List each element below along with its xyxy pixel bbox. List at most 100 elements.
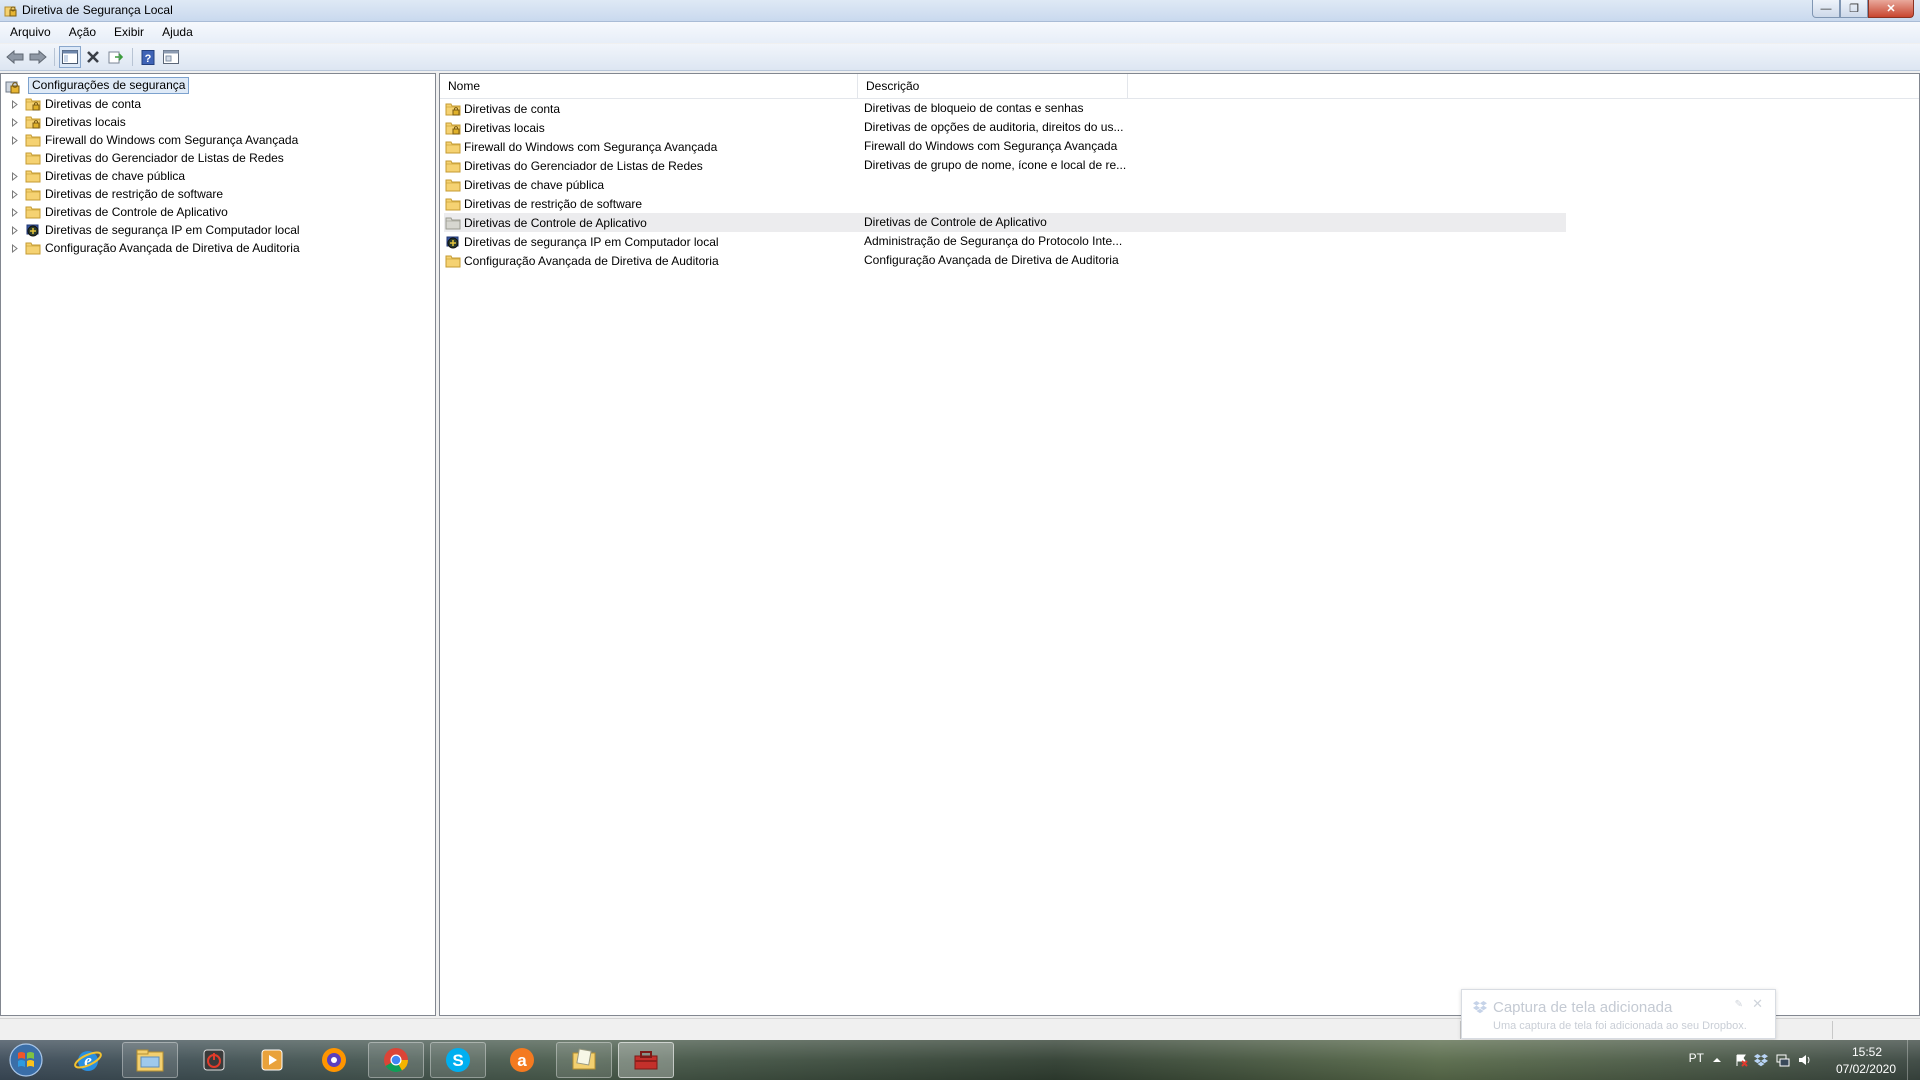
toolbox-icon	[634, 1051, 658, 1070]
maximize-button[interactable]: ❐	[1840, 0, 1868, 18]
minimize-button[interactable]: —	[1812, 0, 1840, 18]
expand-arrow-icon[interactable]	[9, 170, 21, 182]
window-controls: — ❐ ✕	[1812, 0, 1914, 18]
show-hidden-icons-icon[interactable]	[1710, 1053, 1724, 1067]
export-list-button[interactable]	[105, 46, 127, 68]
taskbar-skype[interactable]: S	[430, 1042, 486, 1078]
list-item-description: Firewall do Windows com Segurança Avança…	[864, 139, 1118, 153]
expand-arrow-icon[interactable]	[9, 224, 21, 236]
folder-icon	[25, 242, 41, 255]
tree-item[interactable]: Diretivas de Controle de Aplicativo	[9, 203, 228, 221]
back-button[interactable]	[4, 46, 26, 68]
notification-close-icon[interactable]: ✕	[1752, 996, 1763, 1012]
taskbar-shutdown-timer[interactable]	[186, 1042, 242, 1078]
tree-item[interactable]: Diretivas de segurança IP em Computador …	[9, 221, 300, 239]
tree-item[interactable]: Diretivas de conta	[9, 95, 141, 113]
expand-arrow-icon[interactable]	[9, 242, 21, 254]
list-item[interactable]: Diretivas de restrição de software	[444, 194, 1566, 213]
folder-lock-icon	[25, 98, 41, 111]
list-item-description: Diretivas de opções de auditoria, direit…	[864, 120, 1124, 134]
security-settings-icon	[5, 81, 20, 93]
svg-text:?: ?	[145, 53, 152, 65]
taskbar-chrome[interactable]	[368, 1042, 424, 1078]
delete-button[interactable]	[82, 46, 104, 68]
tree-item[interactable]: Diretivas do Gerenciador de Listas de Re…	[9, 149, 284, 167]
properties-pane-button[interactable]	[160, 46, 182, 68]
list-item-name: Configuração Avançada de Diretiva de Aud…	[464, 253, 719, 268]
dropbox-tray-icon[interactable]	[1754, 1053, 1768, 1067]
taskbar-firefox[interactable]	[306, 1042, 362, 1078]
list-item[interactable]: Diretivas de segurança IP em Computador …	[444, 232, 1566, 251]
taskbar-toolbox[interactable]	[618, 1042, 674, 1078]
tree-root-security-settings[interactable]: Configurações de segurança	[5, 77, 190, 94]
close-button[interactable]: ✕	[1868, 0, 1914, 18]
action-center-flag-icon[interactable]	[1734, 1053, 1748, 1067]
menu-arquivo[interactable]: Arquivo	[0, 22, 60, 43]
taskbar-media-player[interactable]	[244, 1042, 300, 1078]
start-button[interactable]	[6, 1042, 46, 1078]
list-item-name-cell: Configuração Avançada de Diretiva de Aud…	[444, 251, 719, 270]
list-item[interactable]: Diretivas locais Diretivas de opções de a…	[444, 118, 1566, 137]
expand-arrow-icon[interactable]	[9, 188, 21, 200]
details-list-pane[interactable]: Nome Descrição Diretivas de conta Diretiv…	[439, 73, 1920, 1016]
tree-item[interactable]: Firewall do Windows com Segurança Avança…	[9, 131, 298, 149]
list-item-description: Diretivas de bloqueio de contas e senhas	[864, 101, 1084, 115]
taskbar-avast[interactable]: a	[494, 1042, 550, 1078]
forward-arrow-icon	[29, 50, 47, 64]
ip-security-icon	[26, 224, 39, 237]
menu-ajuda[interactable]: Ajuda	[153, 22, 202, 43]
folder-lock-icon	[445, 122, 461, 134]
taskbar-windows-explorer[interactable]	[122, 1042, 178, 1078]
help-button[interactable]: ?	[137, 46, 159, 68]
column-header-name[interactable]: Nome	[440, 74, 858, 98]
expand-arrow-icon[interactable]	[9, 116, 21, 128]
menu-acao[interactable]: Ação	[60, 22, 105, 43]
dropbox-notification[interactable]: Captura de tela adicionada Uma captura d…	[1461, 989, 1776, 1039]
tree-item[interactable]: Configuração Avançada de Diretiva de Aud…	[9, 239, 300, 257]
column-header-description[interactable]: Descrição	[858, 74, 1128, 98]
tree-item[interactable]: Diretivas de chave pública	[9, 167, 185, 185]
list-item[interactable]: Diretivas de Controle de Aplicativo Diret…	[444, 213, 1566, 232]
folder-icon	[445, 141, 461, 153]
notification-body: Uma captura de tela foi adicionada ao se…	[1493, 1020, 1747, 1032]
tree-item[interactable]: Diretivas locais	[9, 113, 126, 131]
delete-icon	[87, 51, 99, 63]
taskbar: e S a PT 15:52 07/02/2020	[0, 1040, 1920, 1080]
folder-gray-icon	[445, 217, 461, 229]
language-indicator[interactable]: PT	[1689, 1051, 1704, 1065]
taskbar-internet-explorer[interactable]: e	[60, 1042, 116, 1078]
list-item[interactable]: Firewall do Windows com Segurança Avança…	[444, 137, 1566, 156]
folder-icon	[445, 255, 461, 267]
list-item[interactable]: Diretivas do Gerenciador de Listas de Re…	[444, 156, 1566, 175]
tree-item[interactable]: Diretivas de restrição de software	[9, 185, 223, 203]
list-item[interactable]: Diretivas de chave pública	[444, 175, 1566, 194]
taskbar-notes-folder[interactable]	[556, 1042, 612, 1078]
list-item[interactable]: Configuração Avançada de Diretiva de Aud…	[444, 251, 1566, 270]
tree-root-label: Configurações de segurança	[28, 77, 190, 94]
list-item[interactable]: Diretivas de conta Diretivas de bloqueio …	[444, 99, 1566, 118]
pin-icon[interactable]: ✎	[1735, 999, 1743, 1010]
expand-arrow-icon[interactable]	[9, 98, 21, 110]
show-desktop-button[interactable]	[1907, 1040, 1920, 1080]
console-tree-pane[interactable]: Configurações de segurança Diretivas de …	[0, 73, 436, 1016]
dropbox-icon	[1473, 1001, 1487, 1014]
media-player-icon	[261, 1049, 283, 1071]
tree-item-label: Diretivas de restrição de software	[45, 187, 224, 201]
expand-arrow-icon[interactable]	[9, 134, 21, 146]
menu-exibir[interactable]: Exibir	[105, 22, 153, 43]
folder-icon	[25, 134, 41, 147]
volume-icon[interactable]	[1798, 1053, 1812, 1067]
expand-arrow-icon[interactable]	[9, 206, 21, 218]
list-item-name: Diretivas de chave pública	[464, 177, 605, 192]
skype-icon: S	[446, 1048, 470, 1072]
list-item-name-cell: Diretivas de restrição de software	[444, 194, 642, 213]
folder-icon	[25, 188, 41, 201]
forward-button[interactable]	[27, 46, 49, 68]
folder-icon	[25, 206, 41, 219]
show-hide-console-tree-button[interactable]	[59, 46, 81, 68]
network-icon[interactable]	[1776, 1053, 1790, 1067]
clock-date[interactable]: 07/02/2020	[1836, 1062, 1896, 1076]
windows-explorer-icon	[136, 1049, 164, 1072]
clock-time[interactable]: 15:52	[1852, 1045, 1882, 1059]
